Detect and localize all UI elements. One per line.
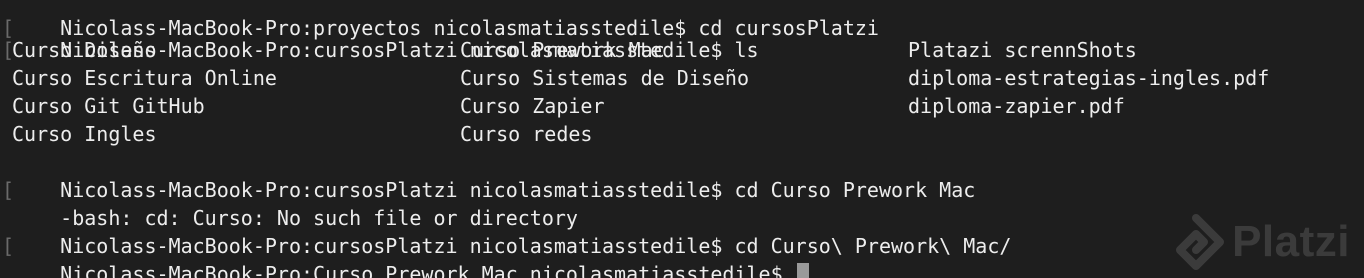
terminal-error-line: -bash: cd: Curso: No such file or direct… (12, 176, 578, 230)
terminal-line: [Nicolass-MacBook-Pro:cursosPlatzi nicol… (2, 148, 975, 202)
terminal-window[interactable]: [Nicolass-MacBook-Pro:proyectos nicolasm… (0, 0, 1364, 278)
terminal-prompt: Nicolass-MacBook-Pro:Curso Prework Mac n… (60, 262, 795, 278)
ls-entry: Curso Escritura Online (12, 66, 277, 90)
ls-output-row: Curso Diseño Curso Prework Mac Platazi s… (12, 36, 1352, 64)
ls-entry: Curso redes (460, 122, 593, 146)
ls-entry: Curso Zapier (460, 94, 605, 118)
ls-output-row: Curso Escritura Online Curso Sistemas de… (12, 64, 1352, 92)
ls-entry: Platazi scrennShots (908, 38, 1137, 62)
ls-entry: diploma-estrategias-ingles.pdf (908, 66, 1270, 90)
ls-entry: Curso Diseño (12, 38, 157, 62)
ls-entry: Curso Ingles (12, 122, 157, 146)
ls-entry: Curso Sistemas de Diseño (460, 66, 749, 90)
ls-entry: Curso Git GitHub (12, 94, 205, 118)
terminal-line: [Nicolass-MacBook-Pro:cursosPlatzi nicol… (2, 204, 1011, 258)
ls-entry: diploma-zapier.pdf (908, 94, 1125, 118)
ls-entry: Curso Prework Mac (460, 38, 665, 62)
ls-output-row: Curso Ingles Curso redes (12, 120, 1352, 148)
terminal-line: [Nicolass-MacBook-Pro:cursosPlatzi nicol… (2, 8, 759, 62)
platzi-logo-icon (1176, 214, 1225, 270)
watermark-brand-text: Platzi (1232, 217, 1350, 266)
ls-output-row: Curso Git GitHub Curso Zapier diploma-za… (12, 92, 1352, 120)
terminal-prompt-line[interactable]: Nicolass-MacBook-Pro:Curso Prework Mac n… (12, 232, 809, 278)
text-cursor (796, 263, 809, 278)
platzi-watermark: Platzi (1168, 212, 1350, 272)
